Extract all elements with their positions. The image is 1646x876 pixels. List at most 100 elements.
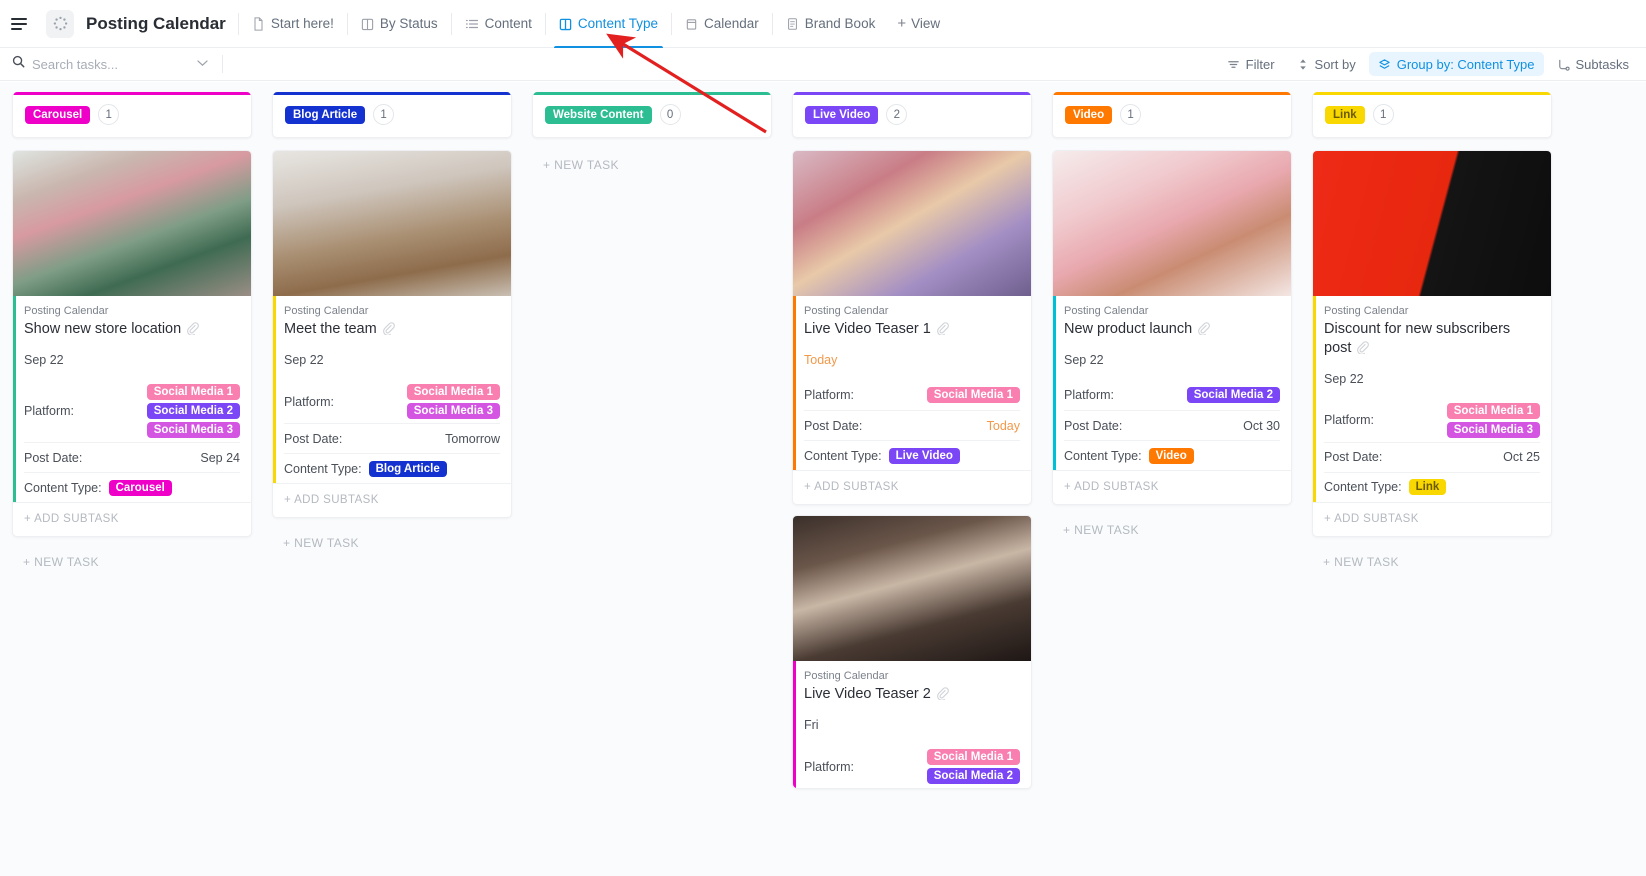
task-card[interactable]: Posting Calendar Show new store location S… <box>12 150 252 537</box>
rose-petals-serum-photo <box>1053 151 1291 296</box>
platform-tag[interactable]: Social Media 1 <box>146 384 240 400</box>
tab-content[interactable]: Content <box>454 0 543 48</box>
card-body: Posting Calendar Meet the team Sep 22 Platf… <box>273 296 511 483</box>
task-card[interactable]: Posting Calendar Discount for new subscri… <box>1312 150 1552 537</box>
divider <box>771 12 773 35</box>
task-name[interactable]: Show new store location <box>24 321 181 337</box>
task-name[interactable]: New product launch <box>1064 321 1192 337</box>
platform-tag[interactable]: Social Media 2 <box>926 768 1020 784</box>
platform-tag[interactable]: Social Media 1 <box>1446 402 1540 419</box>
field-platform[interactable]: Platform: Social Media 1 Social Media 3 <box>1324 399 1540 442</box>
filter-button[interactable]: Filter <box>1218 52 1284 76</box>
card-list-name: Posting Calendar <box>1064 305 1149 317</box>
task-card[interactable]: Posting Calendar Live Video Teaser 1 Today… <box>792 150 1032 505</box>
field-content-type[interactable]: Content Type: Blog Article <box>284 453 500 483</box>
content-type-tag[interactable]: Live Video <box>888 447 960 464</box>
add-subtask-button[interactable]: + ADD SUBTASK <box>273 483 511 517</box>
subtasks-button[interactable]: Subtasks <box>1548 52 1638 76</box>
platform-tag[interactable]: Social Media 1 <box>406 384 500 400</box>
tab-brand-book[interactable]: Brand Book <box>775 0 887 48</box>
column-header[interactable]: Website Content 0 <box>532 92 772 138</box>
task-card[interactable]: Posting Calendar Live Video Teaser 2 Fri Pl… <box>792 515 1032 789</box>
hamburger-icon[interactable] <box>8 11 34 37</box>
search-input[interactable]: Search tasks... <box>8 50 208 78</box>
task-name[interactable]: Live Video Teaser 1 <box>804 321 931 337</box>
new-task-button[interactable]: + NEW TASK <box>532 150 772 180</box>
new-task-button[interactable]: + NEW TASK <box>272 528 512 558</box>
plus-icon: + <box>897 15 907 32</box>
add-subtask-button[interactable]: + ADD SUBTASK <box>13 502 251 536</box>
post-date-value: Today <box>986 418 1020 433</box>
add-subtask-button[interactable]: + ADD SUBTASK <box>1053 470 1291 504</box>
chevron-down-icon[interactable] <box>197 58 208 70</box>
field-post-date[interactable]: Post Date: Oct 25 <box>1324 441 1540 472</box>
status-badge[interactable]: Link <box>1325 105 1365 124</box>
platform-tag[interactable]: Social Media 1 <box>926 387 1020 403</box>
field-post-date[interactable]: Post Date: Sep 24 <box>24 442 240 472</box>
field-content-type[interactable]: Content Type: Live Video <box>804 440 1020 470</box>
platform-tag[interactable]: Social Media 2 <box>146 403 240 419</box>
content-type-tag[interactable]: Blog Article <box>368 460 447 477</box>
tab-start-here[interactable]: Start here! <box>241 0 345 48</box>
board[interactable]: Carousel 1 Posting Calendar Show new store … <box>0 82 1646 876</box>
platform-tag[interactable]: Social Media 1 <box>926 749 1020 765</box>
add-view-button[interactable]: + View <box>886 0 951 48</box>
board-column: Live Video 2 Posting Calendar Live Video Te… <box>792 92 1032 876</box>
group-by-button[interactable]: Group by: Content Type <box>1368 52 1544 76</box>
status-badge[interactable]: Video <box>1065 105 1113 124</box>
platform-tag[interactable]: Social Media 2 <box>1186 387 1280 403</box>
tab-calendar[interactable]: Calendar <box>674 0 770 48</box>
tab-by-status[interactable]: By Status <box>350 0 449 48</box>
doc-icon <box>786 17 799 31</box>
content-type-tag[interactable]: Link <box>1408 479 1447 496</box>
search-placeholder: Search tasks... <box>32 56 118 72</box>
field-platform[interactable]: Platform: Social Media 1 Social Media 2 Soc… <box>24 380 240 442</box>
field-post-date[interactable]: Post Date: Oct 30 <box>1064 410 1280 440</box>
team-meeting-photo <box>273 151 511 296</box>
new-task-button[interactable]: + NEW TASK <box>1052 515 1292 545</box>
tab-label: By Status <box>379 16 438 31</box>
page-title[interactable]: Posting Calendar <box>86 14 226 34</box>
new-task-button[interactable]: + NEW TASK <box>1312 547 1552 577</box>
add-subtask-button[interactable]: + ADD SUBTASK <box>793 470 1031 504</box>
add-subtask-button[interactable]: + ADD SUBTASK <box>1313 501 1551 536</box>
field-content-type[interactable]: Content Type: Video <box>1064 440 1280 470</box>
task-card[interactable]: Posting Calendar New product launch Sep 22… <box>1052 150 1292 505</box>
platform-tag[interactable]: Social Media 3 <box>146 422 240 438</box>
column-header[interactable]: Blog Article 1 <box>272 92 512 138</box>
content-type-tag[interactable]: Carousel <box>108 479 172 496</box>
field-platform[interactable]: Platform: Social Media 2 <box>1064 380 1280 410</box>
card-due-date: Sep 22 <box>24 353 64 367</box>
paperclip-icon <box>1196 321 1211 340</box>
status-badge[interactable]: Carousel <box>25 105 91 124</box>
subtasks-label: Subtasks <box>1575 56 1629 72</box>
column-header[interactable]: Video 1 <box>1052 92 1292 138</box>
field-post-date[interactable]: Post Date: Tomorrow <box>284 423 500 453</box>
card-title-row: Show new store location <box>24 320 240 340</box>
new-task-button[interactable]: + NEW TASK <box>12 547 252 577</box>
status-badge[interactable]: Live Video <box>805 105 879 124</box>
field-post-date[interactable]: Post Date: Today <box>804 410 1020 440</box>
column-header[interactable]: Link 1 <box>1312 92 1552 138</box>
column-header[interactable]: Carousel 1 <box>12 92 252 138</box>
dotted-circle-icon[interactable] <box>46 9 74 38</box>
field-platform[interactable]: Platform: Social Media 1 Social Media 3 <box>284 380 500 423</box>
card-due-date: Sep 22 <box>284 353 324 367</box>
field-platform[interactable]: Platform: Social Media 1 <box>804 380 1020 410</box>
task-name[interactable]: Discount for new subscribers post <box>1324 321 1510 356</box>
field-platform[interactable]: Platform: Social Media 1 Social Media 2 <box>804 745 1020 788</box>
field-content-type[interactable]: Content Type: Carousel <box>24 472 240 502</box>
column-header[interactable]: Live Video 2 <box>792 92 1032 138</box>
status-badge[interactable]: Website Content <box>545 105 652 124</box>
task-name[interactable]: Meet the team <box>284 321 377 337</box>
group-by-label: Group by: Content Type <box>1396 56 1535 72</box>
sort-button[interactable]: Sort by <box>1288 52 1365 76</box>
platform-tag[interactable]: Social Media 3 <box>1446 421 1540 438</box>
task-name[interactable]: Live Video Teaser 2 <box>804 686 931 702</box>
tab-content-type[interactable]: Content Type <box>548 0 669 48</box>
field-content-type[interactable]: Content Type: Link <box>1324 471 1540 502</box>
platform-tag[interactable]: Social Media 3 <box>406 403 500 419</box>
task-card[interactable]: Posting Calendar Meet the team Sep 22 Platf… <box>272 150 512 518</box>
status-badge[interactable]: Blog Article <box>285 105 366 124</box>
content-type-tag[interactable]: Video <box>1148 447 1194 464</box>
